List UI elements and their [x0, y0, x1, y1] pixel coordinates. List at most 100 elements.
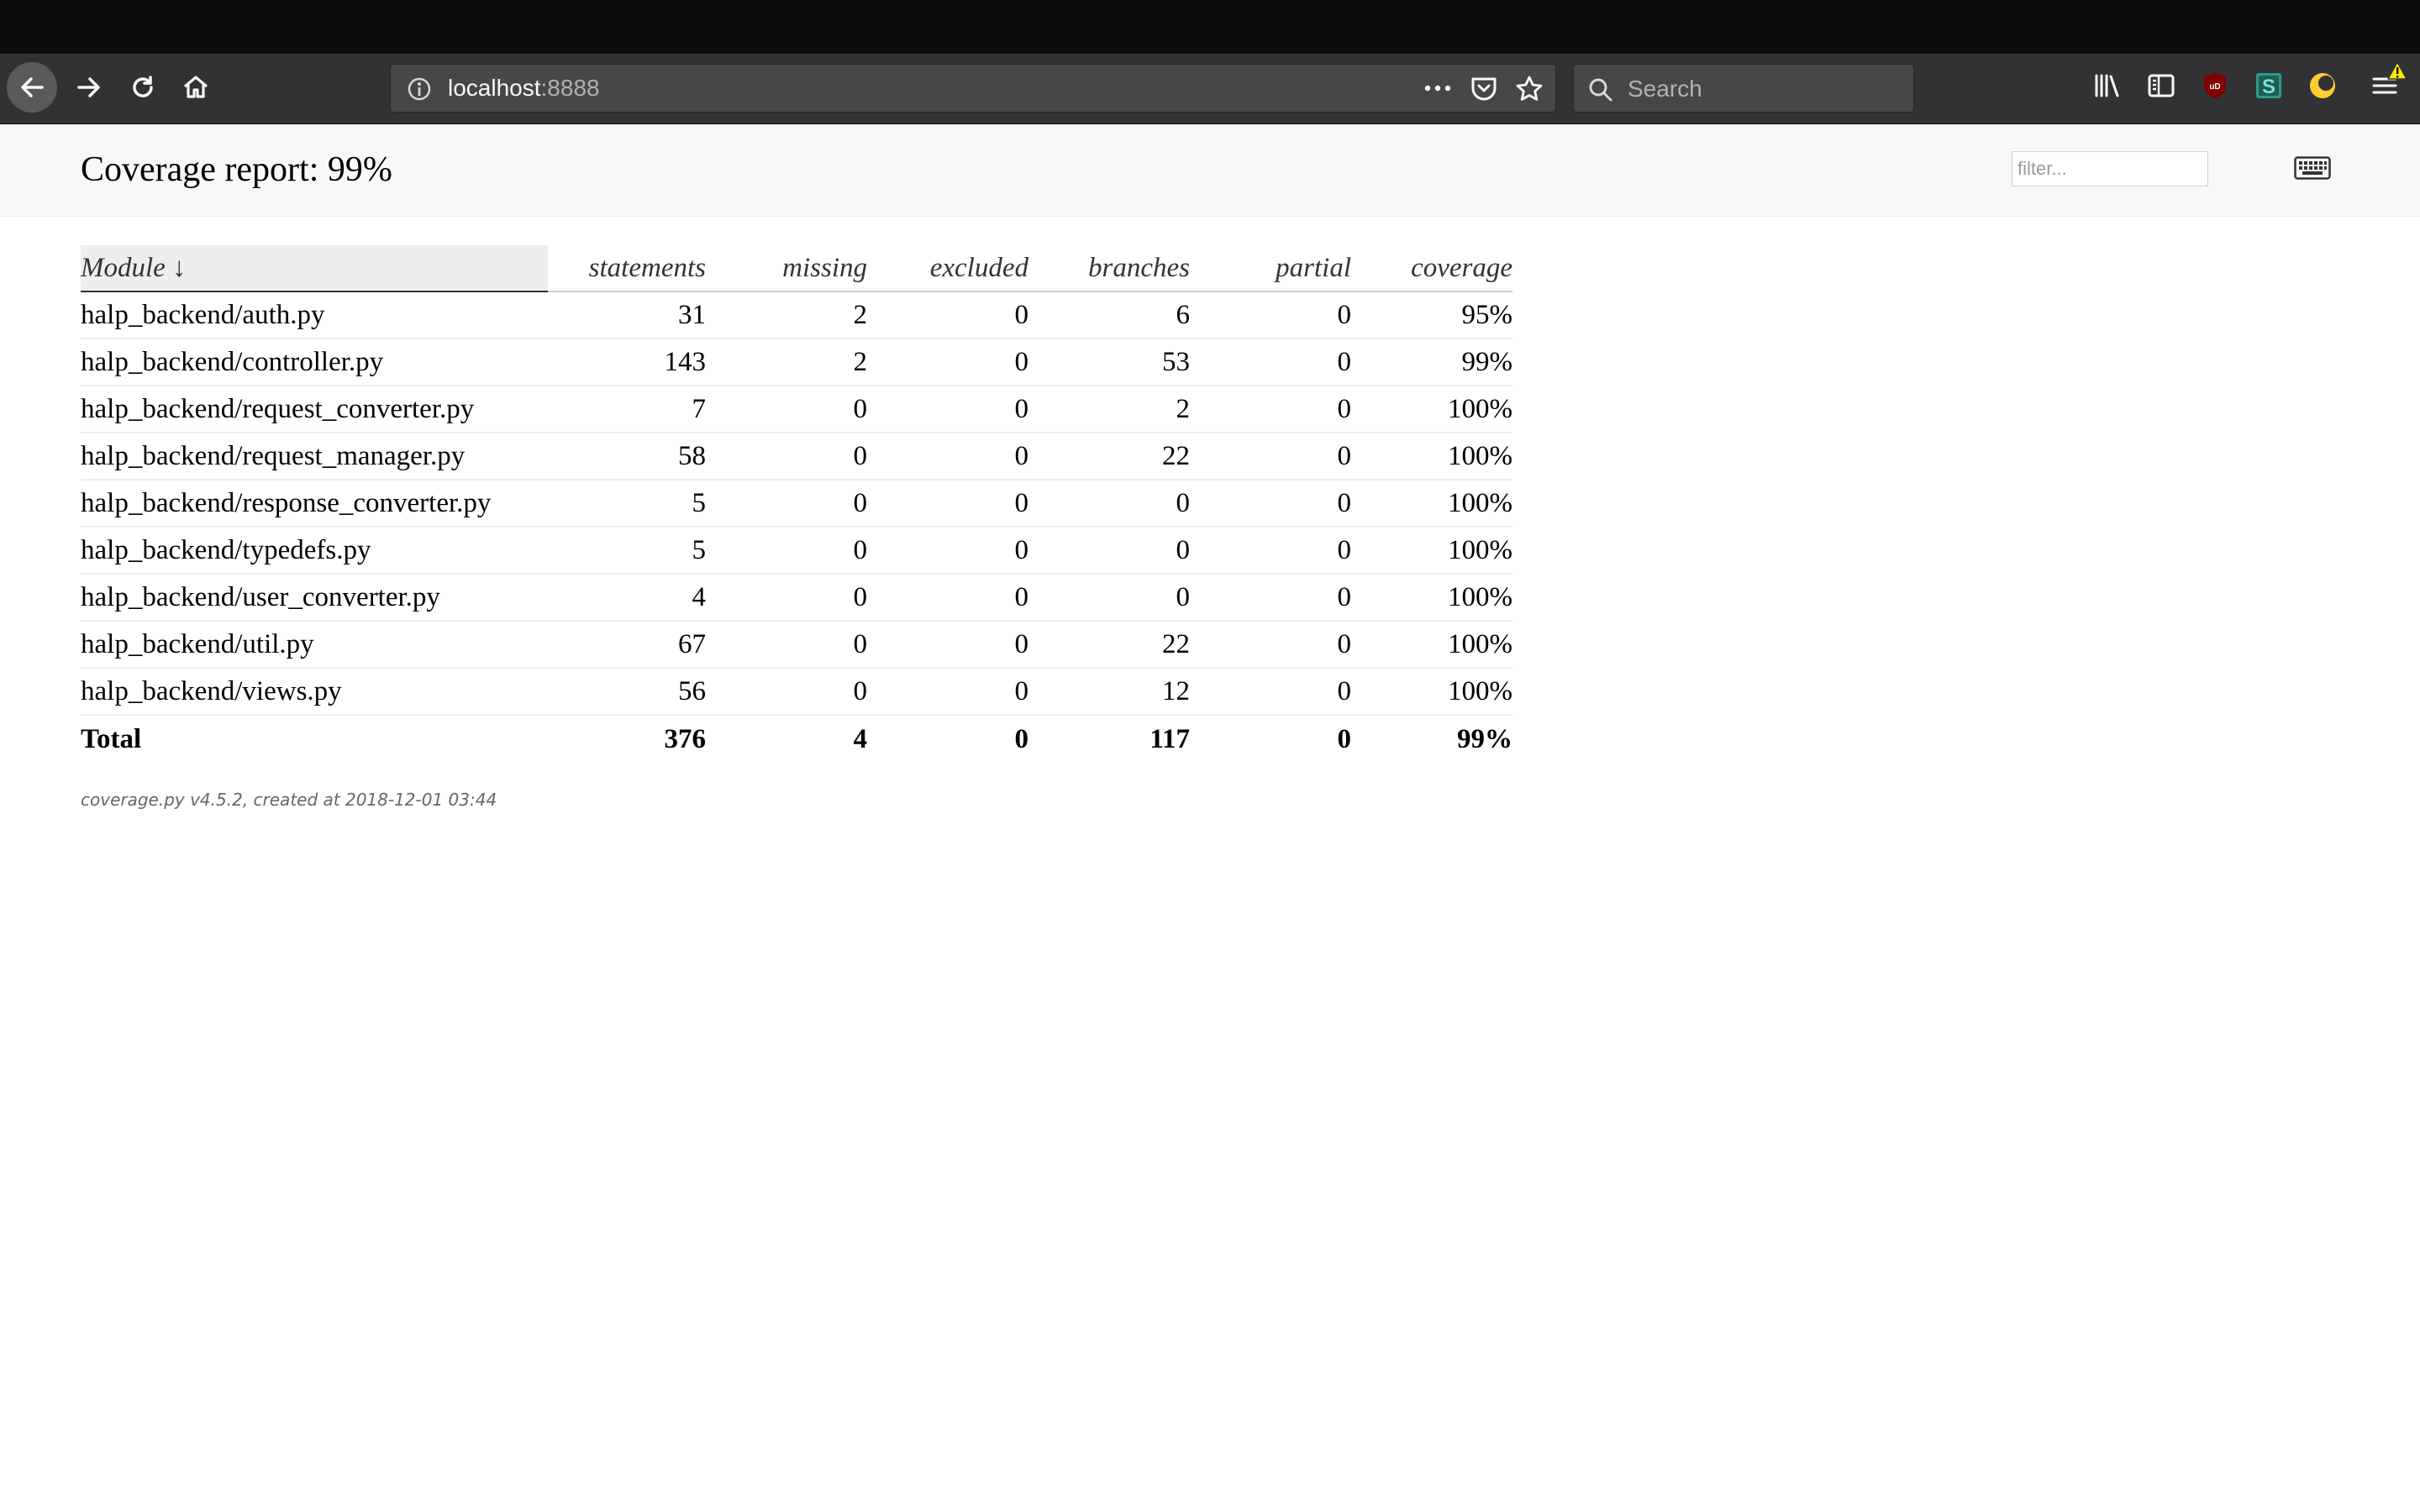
- home-button[interactable]: [171, 62, 221, 113]
- url-bar[interactable]: localhost:8888: [390, 64, 1556, 113]
- branches-cell: 2: [1028, 386, 1190, 433]
- coverage-table: Module ↓ statements missing excluded bra…: [81, 245, 1512, 763]
- svg-text:S: S: [2262, 76, 2275, 98]
- keyboard-icon[interactable]: [2294, 156, 2331, 184]
- total-label: Total: [81, 723, 142, 754]
- coverage-cell: 100%: [1351, 574, 1512, 622]
- column-header-missing[interactable]: missing: [706, 245, 867, 292]
- module-link[interactable]: halp_backend/response_converter.py: [81, 480, 548, 528]
- coverage-cell: 95%: [1351, 291, 1512, 339]
- url-text: localhost:8888: [448, 75, 600, 102]
- total-statements: 376: [664, 723, 707, 754]
- info-icon[interactable]: [406, 76, 433, 107]
- missing-cell: 0: [706, 527, 867, 575]
- module-link[interactable]: halp_backend/auth.py: [81, 291, 548, 339]
- missing-cell: 0: [706, 574, 867, 622]
- module-link[interactable]: halp_backend/user_converter.py: [81, 574, 548, 622]
- table-row[interactable]: halp_backend/user_converter.py 4 0 0 0 0 100%: [81, 574, 1512, 622]
- branches-cell: 53: [1028, 339, 1190, 386]
- star-icon[interactable]: [1515, 75, 1544, 106]
- column-header-coverage[interactable]: coverage: [1351, 245, 1512, 292]
- column-header-partial[interactable]: partial: [1190, 245, 1351, 292]
- table-row[interactable]: halp_backend/util.py 67 0 0 22 0 100%: [81, 621, 1512, 669]
- module-link[interactable]: halp_backend/controller.py: [81, 339, 548, 386]
- search-bar[interactable]: Search: [1573, 64, 1914, 113]
- dark-mode-moon-icon[interactable]: [2307, 71, 2338, 105]
- partial-cell: 0: [1190, 433, 1351, 480]
- partial-cell: 0: [1190, 480, 1351, 528]
- url-port: :8888: [540, 75, 600, 101]
- library-icon[interactable]: [2092, 71, 2123, 105]
- partial-cell: 0: [1190, 621, 1351, 669]
- back-button[interactable]: [7, 62, 57, 113]
- excluded-cell: 0: [867, 291, 1028, 339]
- excluded-cell: 0: [867, 527, 1028, 575]
- table-body: halp_backend/auth.py 31 2 0 6 0 95% halp_backen…: [81, 291, 1512, 716]
- table-row[interactable]: halp_backend/controller.py 143 2 0 53 0 99%: [81, 339, 1512, 386]
- missing-cell: 2: [706, 339, 867, 386]
- partial-cell: 0: [1190, 668, 1351, 716]
- partial-cell: 0: [1190, 291, 1351, 339]
- excluded-cell: 0: [867, 339, 1028, 386]
- partial-cell: 0: [1190, 527, 1351, 575]
- table-row[interactable]: halp_backend/response_converter.py 5 0 0 0 0 1…: [81, 480, 1512, 528]
- table-header-row: Module ↓ statements missing excluded bra…: [81, 245, 1512, 292]
- coverage-cell: 99%: [1351, 339, 1512, 386]
- branches-cell: 0: [1028, 574, 1190, 622]
- back-arrow-icon: [17, 72, 47, 102]
- column-header-excluded[interactable]: excluded: [867, 245, 1028, 292]
- pocket-icon[interactable]: [1470, 75, 1498, 106]
- coverage-cell: 100%: [1351, 668, 1512, 716]
- module-link[interactable]: halp_backend/request_manager.py: [81, 433, 548, 480]
- table-row[interactable]: halp_backend/request_converter.py 7 0 0 2 0 10…: [81, 386, 1512, 433]
- table-row[interactable]: halp_backend/typedefs.py 5 0 0 0 0 100%: [81, 527, 1512, 575]
- total-excluded: 0: [1014, 723, 1029, 754]
- module-link[interactable]: halp_backend/typedefs.py: [81, 527, 548, 575]
- forward-arrow-icon: [74, 72, 104, 102]
- branches-cell: 0: [1028, 527, 1190, 575]
- excluded-cell: 0: [867, 480, 1028, 528]
- module-link[interactable]: halp_backend/views.py: [81, 668, 548, 716]
- browser-toolbar: localhost:8888 Search uD S: [0, 54, 2420, 124]
- total-branches: 117: [1150, 723, 1190, 754]
- branches-cell: 12: [1028, 668, 1190, 716]
- excluded-cell: 0: [867, 433, 1028, 480]
- excluded-cell: 0: [867, 386, 1028, 433]
- window-title-strip: [0, 0, 2420, 54]
- report-header: Coverage report: 99%: [0, 124, 2420, 217]
- warning-icon: [2386, 60, 2408, 85]
- branches-cell: 0: [1028, 480, 1190, 528]
- footer-text: coverage.py v4.5.2, created at 2018-12-0…: [81, 790, 497, 810]
- reload-button[interactable]: [118, 62, 168, 113]
- table-row[interactable]: halp_backend/views.py 56 0 0 12 0 100%: [81, 668, 1512, 716]
- total-partial: 0: [1337, 723, 1352, 754]
- missing-cell: 0: [706, 480, 867, 528]
- table-row[interactable]: halp_backend/auth.py 31 2 0 6 0 95%: [81, 291, 1512, 339]
- missing-cell: 0: [706, 386, 867, 433]
- column-header-module[interactable]: Module ↓: [81, 245, 548, 292]
- table-row[interactable]: halp_backend/request_manager.py 58 0 0 22 0 10…: [81, 433, 1512, 480]
- statements-cell: 4: [548, 574, 706, 622]
- statements-cell: 67: [548, 621, 706, 669]
- total-coverage: 99%: [1457, 723, 1512, 754]
- excluded-cell: 0: [867, 574, 1028, 622]
- module-link[interactable]: halp_backend/request_converter.py: [81, 386, 548, 433]
- search-icon: [1587, 76, 1614, 108]
- branches-cell: 22: [1028, 433, 1190, 480]
- excluded-cell: 0: [867, 621, 1028, 669]
- forward-button[interactable]: [64, 62, 114, 113]
- ublock-icon[interactable]: uD: [2200, 71, 2230, 105]
- more-actions-icon[interactable]: [1423, 75, 1453, 106]
- partial-cell: 0: [1190, 339, 1351, 386]
- filter-input[interactable]: [2012, 151, 2208, 186]
- column-header-branches[interactable]: branches: [1028, 245, 1190, 292]
- url-host: localhost: [448, 75, 541, 101]
- s-extension-icon[interactable]: S: [2254, 71, 2284, 105]
- statements-cell: 7: [548, 386, 706, 433]
- partial-cell: 0: [1190, 386, 1351, 433]
- column-header-statements[interactable]: statements: [548, 245, 706, 292]
- module-link[interactable]: halp_backend/util.py: [81, 621, 548, 669]
- sidebar-icon[interactable]: [2146, 71, 2176, 105]
- statements-cell: 58: [548, 433, 706, 480]
- branches-cell: 22: [1028, 621, 1190, 669]
